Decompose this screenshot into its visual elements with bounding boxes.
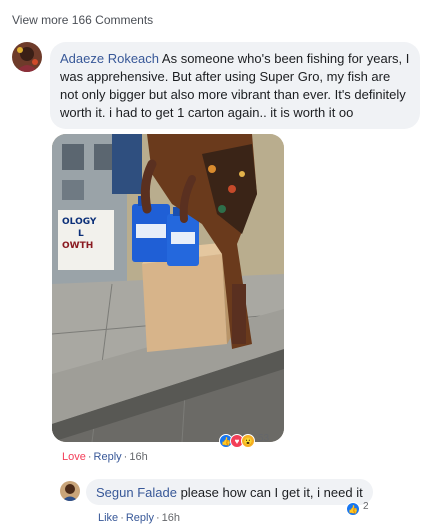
reply-reactions[interactable]: 👍 2 [346,500,369,516]
reply-author-avatar[interactable] [60,481,80,501]
comment-actions: Love · Reply · 16h [62,451,148,463]
photo-sign-line-2: L [78,229,84,239]
reply-author-link[interactable]: Segun Falade [96,485,177,500]
comment-photo[interactable]: OLOGY L OWTH [52,134,284,442]
comment-text: Adaeze Rokeach As someone who's been fis… [60,50,410,122]
separator: · [87,451,92,463]
photo-sign-line-3: OWTH [62,241,93,251]
comment-author-link[interactable]: Adaeze Rokeach [60,51,159,66]
reply-reaction-count: 2 [363,500,369,512]
reply-bubble: Segun Falade please how can I get it, i … [86,479,373,505]
separator: · [123,451,128,463]
separator: · [155,512,160,524]
like-reaction-icon: 👍 [346,502,360,516]
view-more-comments-link[interactable]: View more 166 Comments [12,13,153,27]
reply-actions: Like · Reply · 16h [98,512,180,524]
reply-timestamp[interactable]: 16h [162,512,180,524]
reply-action[interactable]: Reply [126,512,154,524]
reply-body: please how can I get it, i need it [180,485,363,500]
love-action[interactable]: Love [62,451,86,463]
comment-reactions[interactable]: 👍 ♥ 😮 53 [219,432,270,448]
comment-timestamp[interactable]: 16h [129,451,147,463]
like-action[interactable]: Like [98,512,118,524]
photo-sign-line-1: OLOGY [62,217,97,227]
comment-bubble: Adaeze Rokeach As someone who's been fis… [50,42,420,129]
reply-text: Segun Falade please how can I get it, i … [96,484,363,502]
separator: · [120,512,124,524]
comment-reaction-count: 53 [258,432,270,444]
reply-action[interactable]: Reply [94,451,122,463]
wow-reaction-icon: 😮 [241,434,255,448]
commenter-avatar[interactable] [12,42,42,72]
